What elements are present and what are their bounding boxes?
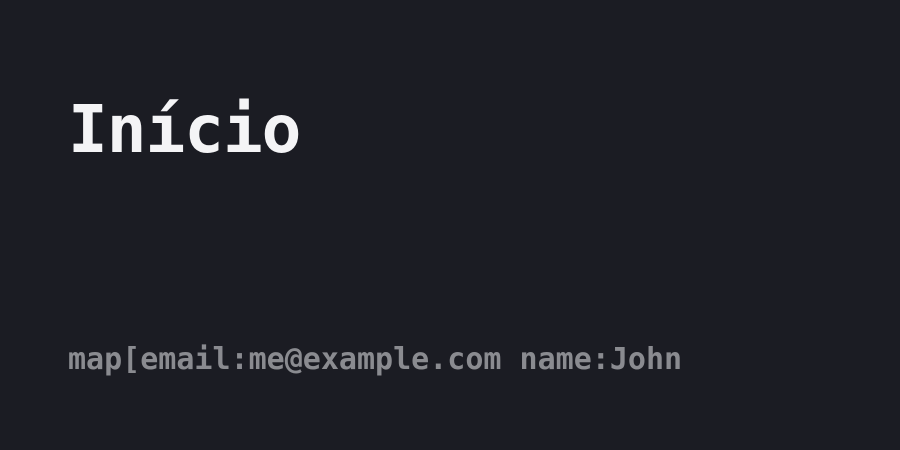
page-title: Início — [68, 91, 301, 168]
page: Início map[email:me@example.com name:Joh… — [0, 0, 900, 450]
map-output-text: map[email:me@example.com name:John — [68, 342, 683, 377]
